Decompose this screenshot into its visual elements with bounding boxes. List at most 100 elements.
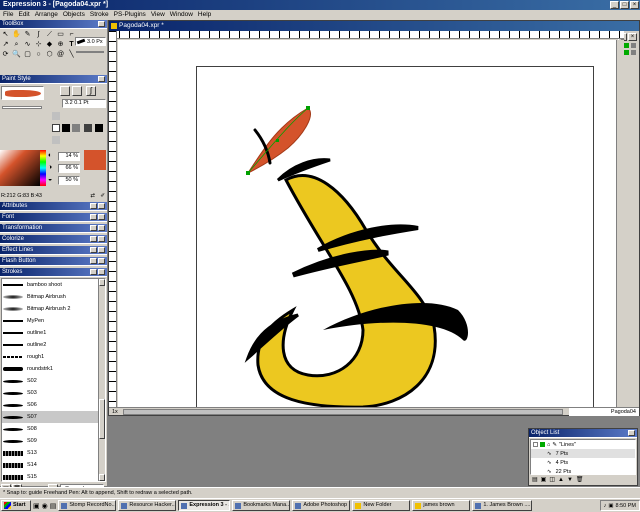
- taskbar-item-resource-hacker[interactable]: Resource Hacker...: [118, 500, 177, 511]
- object-list-group-row[interactable]: ⌂ ✎ "Lines": [531, 440, 635, 449]
- opacity-slider[interactable]: [2, 106, 42, 109]
- minimize-button[interactable]: _: [610, 1, 619, 9]
- stroke-list-item[interactable]: S09: [2, 435, 105, 447]
- menu-view[interactable]: View: [151, 10, 165, 20]
- fill-tool-icon[interactable]: ◆: [45, 40, 54, 49]
- swatch-dark-gray[interactable]: [84, 124, 92, 132]
- effect-lines-close-button[interactable]: [98, 247, 105, 253]
- doc-close-button[interactable]: ×: [628, 33, 637, 41]
- menu-ps-plugins[interactable]: PS-Plugins: [114, 10, 146, 20]
- canvas-horizontal-scrollbar[interactable]: [123, 409, 563, 415]
- menu-help[interactable]: Help: [198, 10, 211, 20]
- swatch-black[interactable]: [62, 124, 70, 132]
- effect-lines-panel-header[interactable]: Effect Lines: [0, 246, 107, 255]
- transformation-close-button[interactable]: [98, 225, 105, 231]
- stroke-list-item[interactable]: rough1: [2, 351, 105, 363]
- effect-lines-expand-button[interactable]: [90, 247, 97, 253]
- stroke-list-item[interactable]: S15: [2, 471, 105, 481]
- taskbar-item-new-folder[interactable]: New Folder: [352, 500, 411, 511]
- colorize-expand-button[interactable]: [90, 236, 97, 242]
- attributes-expand-button[interactable]: [90, 203, 97, 209]
- colorize-close-button[interactable]: [98, 236, 105, 242]
- start-button[interactable]: Start: [1, 500, 31, 511]
- paint-style-close-button[interactable]: [98, 76, 105, 82]
- hand-tool-icon[interactable]: ✋: [12, 30, 21, 39]
- line-tool-icon[interactable]: ╲: [67, 50, 76, 59]
- menu-arrange[interactable]: Arrange: [35, 10, 58, 20]
- scroll-down-button[interactable]: [99, 474, 105, 481]
- menu-edit[interactable]: Edit: [18, 10, 29, 20]
- move-down-icon[interactable]: ▼: [567, 476, 573, 484]
- rectangle-tool-icon[interactable]: ▢: [23, 50, 32, 59]
- swatch-gray[interactable]: [52, 112, 60, 120]
- knife-tool-icon[interactable]: ⟋: [45, 30, 54, 39]
- view-option-icon-4[interactable]: [631, 50, 636, 55]
- stroke-list-item[interactable]: bamboo shoot: [2, 279, 105, 291]
- transform-tool-icon[interactable]: ⊹: [34, 40, 43, 49]
- move-up-icon[interactable]: ▲: [558, 476, 564, 484]
- swatch-black-2[interactable]: [95, 124, 103, 132]
- duplicate-icon[interactable]: ▣: [541, 476, 547, 484]
- font-close-button[interactable]: [98, 214, 105, 220]
- taskbar-item-bookmarks[interactable]: Bookmarks Mana...: [232, 500, 291, 511]
- object-list-close-button[interactable]: [628, 430, 635, 436]
- stroke-preview[interactable]: [1, 86, 44, 100]
- brush-style-button[interactable]: [72, 86, 82, 96]
- stroke-size-slider[interactable]: [76, 51, 104, 53]
- eraser-tool-icon[interactable]: ▭: [56, 30, 65, 39]
- zoom-level[interactable]: 1x: [112, 408, 118, 416]
- font-expand-button[interactable]: [90, 214, 97, 220]
- toolbox-close-button[interactable]: [98, 21, 105, 27]
- view-option-icon-1[interactable]: [624, 43, 629, 48]
- lightness-field[interactable]: 50 %: [58, 176, 80, 185]
- hue-strip[interactable]: [40, 150, 46, 186]
- taskbar-item-expression[interactable]: Expression 3 - ...: [178, 500, 231, 511]
- object-list-item[interactable]: ∿ 7 Pts: [531, 449, 635, 458]
- attributes-panel-header[interactable]: Attributes: [0, 202, 107, 211]
- saturation-field[interactable]: 66 %: [58, 164, 80, 173]
- taskbar-item-stomp[interactable]: Stomp RecordNo...: [58, 500, 117, 511]
- menu-objects[interactable]: Objects: [63, 10, 85, 20]
- arrow-tool-icon[interactable]: ↖: [1, 30, 10, 39]
- quicklaunch-explorer-icon[interactable]: ▤: [50, 502, 57, 510]
- stroke-width-field[interactable]: 3.2 0.1 Pt: [62, 99, 106, 108]
- quicklaunch-desktop-icon[interactable]: ▣: [33, 502, 40, 510]
- flash-button-close-button[interactable]: [98, 258, 105, 264]
- stroke-list-item[interactable]: S08: [2, 423, 105, 435]
- expand-icon[interactable]: [533, 442, 538, 447]
- pen-tool-icon[interactable]: ✎: [23, 30, 32, 39]
- eyedropper-icon[interactable]: ✐: [100, 190, 105, 202]
- lock-icon[interactable]: ⌂: [547, 442, 550, 448]
- spiral-tool-icon[interactable]: @: [56, 50, 65, 59]
- view-option-icon-3[interactable]: [624, 50, 629, 55]
- swap-icon[interactable]: ⇄: [90, 190, 95, 202]
- maximize-button[interactable]: □: [620, 1, 629, 9]
- taskbar-item-james-brown[interactable]: james brown: [412, 500, 471, 511]
- subselect-tool-icon[interactable]: ↗: [1, 40, 10, 49]
- color-picker-square[interactable]: [0, 150, 40, 186]
- scroll-up-button[interactable]: [99, 279, 105, 286]
- new-layer-icon[interactable]: ▤: [532, 476, 538, 484]
- canvas-vertical-scrollbar[interactable]: [616, 40, 624, 407]
- stroke-list-item[interactable]: S14: [2, 459, 105, 471]
- strokes-close-button[interactable]: [98, 269, 105, 275]
- stroke-list-item[interactable]: MyPen: [2, 315, 105, 327]
- stroke-list-item[interactable]: roundstrk1: [2, 363, 105, 375]
- attributes-close-button[interactable]: [98, 203, 105, 209]
- stroke-list-item[interactable]: S13: [2, 447, 105, 459]
- current-color-swatch[interactable]: [84, 150, 106, 170]
- transformation-expand-button[interactable]: [90, 225, 97, 231]
- page-label-field[interactable]: Pagoda04: [569, 408, 639, 416]
- node-tool-icon[interactable]: ⊕: [56, 40, 65, 49]
- stroke-list-item[interactable]: Bitmap Airbrush: [2, 291, 105, 303]
- bezier-tool-icon[interactable]: ∿: [23, 40, 32, 49]
- tray-clock[interactable]: 8:50 PM: [616, 503, 636, 509]
- curve-style-icon[interactable]: ∫: [86, 86, 96, 96]
- stroke-list-item[interactable]: S06: [2, 399, 105, 411]
- taskbar-item-photoshop[interactable]: Adobe Photoshop: [292, 500, 351, 511]
- tray-volume-icon[interactable]: ♪: [604, 503, 607, 509]
- object-list-item[interactable]: ∿ 22 Pts: [531, 467, 635, 475]
- strokes-expand-button[interactable]: [90, 269, 97, 275]
- stroke-list-item[interactable]: S03: [2, 387, 105, 399]
- menu-stroke[interactable]: Stroke: [90, 10, 109, 20]
